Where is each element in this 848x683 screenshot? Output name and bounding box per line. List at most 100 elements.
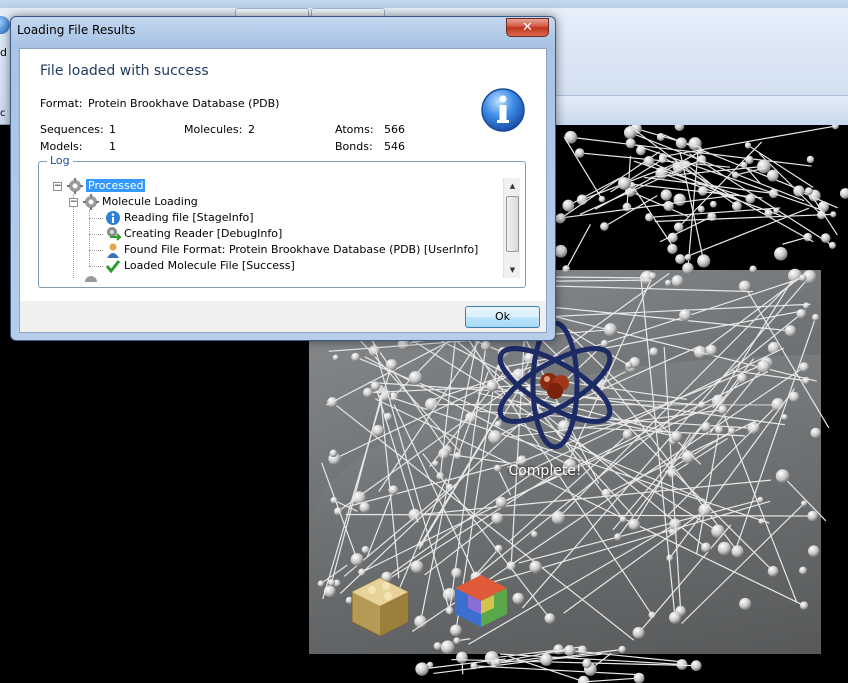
atom [731,201,742,211]
log-scrollbar[interactable]: ▲ ▼ [503,178,520,278]
tree-item-found-format[interactable]: Found File Format: Protein Brookhave Dat… [105,242,478,258]
bond [663,346,682,612]
atom [625,361,633,369]
tree-item-processed[interactable]: Processed [67,178,146,194]
atom [328,579,336,587]
atom [410,560,424,574]
bond [509,434,629,542]
atom [332,354,339,361]
bond [565,224,591,270]
tree-item-creating-reader[interactable]: Creating Reader [DebugInfo] [105,226,282,242]
loading-complete-label: Complete! [508,463,582,479]
bond [568,177,620,207]
bonds-label: Bonds: [335,140,373,153]
atom [697,254,711,268]
atom [574,148,585,158]
gear-icon [83,274,99,282]
atom [359,502,371,513]
info-icon [481,88,525,132]
bond [396,477,447,596]
tree-item-label: Found File Format: Protein Brookhave Dat… [124,243,479,256]
tree-item-molecule-loading[interactable]: Molecule Loading [83,194,198,210]
atom [667,243,678,255]
log-legend: Log [47,154,73,167]
atom [711,524,725,538]
bond [782,475,827,522]
atom [675,137,688,149]
atom [808,545,820,557]
atom [799,362,810,373]
scroll-up-icon[interactable]: ▲ [504,178,521,194]
bond [468,548,500,584]
atom [806,155,815,164]
models-label: Models: [40,140,83,153]
scroll-thumb[interactable] [506,196,519,252]
atom [345,596,353,605]
models-value: 1 [109,140,116,153]
atom [810,427,822,439]
format-value: Protein Brookhave Database (PDB) [88,97,280,110]
atom [408,371,423,385]
expander-processed[interactable]: − [53,182,62,191]
tree-item-label: Creating Reader [DebugInfo] [124,227,283,240]
atom [549,377,562,390]
atom [600,222,609,231]
atom [540,653,553,666]
tree-item-loaded-file[interactable]: Loaded Molecule File [Success] [105,258,295,274]
app-titlebar [0,0,848,8]
atom [717,541,732,556]
gear-icon [83,194,99,210]
atom [670,430,683,443]
ok-button[interactable]: Ok [465,306,540,328]
atom [663,200,674,212]
atom [388,485,399,495]
atom [675,254,686,265]
log-tree[interactable]: − Processed − Molecule Loading Reading f… [47,174,507,282]
tree-item-label: Loaded Molecule File [Success] [124,259,295,272]
atom [781,414,788,421]
atom [690,660,702,671]
atom [674,125,685,132]
atom [688,137,702,151]
molecules-label: Molecules: [184,123,243,136]
atom [618,645,626,654]
tree-item-label: Reading file [StageInfo] [124,211,254,224]
atom [671,275,684,288]
tree-item-label: Processed [86,179,146,192]
atom [600,339,609,348]
atom [799,274,807,282]
atom [529,560,542,574]
atom [658,155,667,164]
bond [554,345,701,411]
atom [453,637,461,645]
close-button[interactable]: ✕ [506,18,549,37]
atom [622,429,633,440]
tree-item-reading-file[interactable]: Reading file [StageInfo] [105,210,254,226]
atom [528,400,535,407]
atom [370,381,381,391]
atom [757,496,764,503]
scroll-down-icon[interactable]: ▼ [504,262,521,278]
atom [317,580,325,587]
atom [649,347,659,357]
atom [745,193,756,204]
atom [799,566,807,575]
ribbon-status-strip [555,95,848,125]
bond [563,136,603,200]
atom [664,279,672,287]
atom [632,626,645,639]
dialog-content-panel: File loaded with success Format: Protein… [20,49,546,301]
atom [495,496,508,509]
bond [744,286,830,429]
tree-item-label: Molecule Loading [102,195,198,208]
checkmark-icon [105,258,121,274]
atom [828,241,836,249]
atom [329,449,338,458]
atom [490,596,500,605]
atom [830,211,837,218]
gear-icon [67,178,83,194]
info-icon [105,210,121,226]
bond [479,410,754,429]
expander-molecule-loading[interactable]: − [69,198,78,207]
app-orb-icon[interactable] [0,16,10,34]
